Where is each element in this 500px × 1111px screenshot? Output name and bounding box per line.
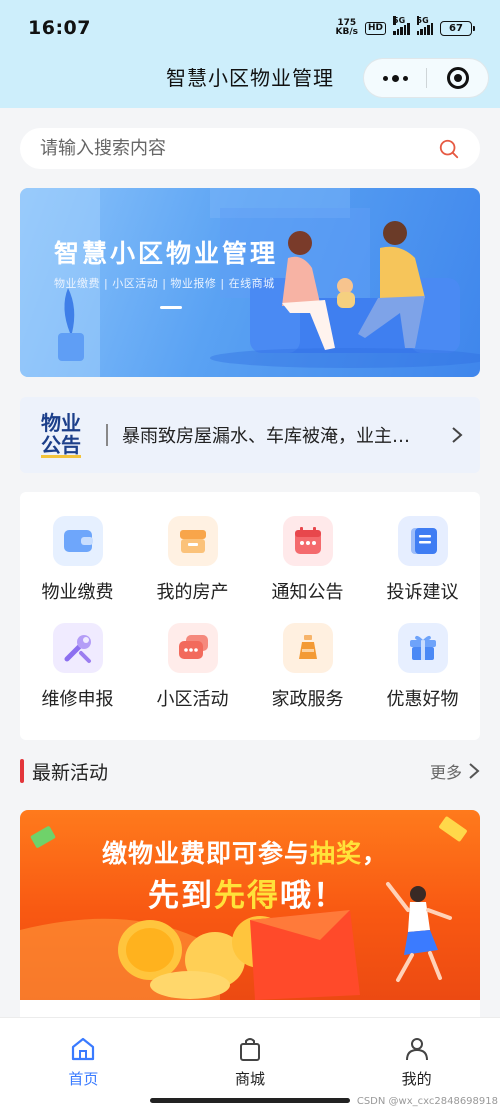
battery-icon: 67 bbox=[440, 20, 475, 36]
banner-indicator bbox=[160, 306, 182, 309]
service-item-housekeeping[interactable]: 家政服务 bbox=[250, 623, 365, 730]
wrench-icon bbox=[52, 623, 103, 673]
user-icon bbox=[405, 1038, 428, 1061]
announcement-text: 暴雨致房屋漏水、车库被淹，业主… bbox=[122, 426, 410, 447]
house-store-icon bbox=[167, 516, 218, 566]
more-link[interactable]: 更多 bbox=[430, 759, 480, 783]
service-item-repair[interactable]: 维修申报 bbox=[20, 623, 135, 730]
watermark: CSDN @wx_cxc2848698918 bbox=[356, 1096, 498, 1107]
service-item-property[interactable]: 我的房产 bbox=[135, 516, 250, 623]
chevron-right-icon bbox=[469, 763, 480, 779]
section-title: 最新活动 bbox=[32, 761, 109, 784]
hero-banner[interactable]: 智慧小区物业管理 物业缴费 | 小区活动 | 物业报修 | 在线商城 bbox=[20, 188, 480, 377]
chevron-right-icon[interactable] bbox=[450, 425, 464, 445]
search-input[interactable] bbox=[40, 138, 438, 159]
battery-level: 67 bbox=[449, 22, 463, 34]
signal-strength-icon: 5G bbox=[393, 16, 410, 35]
headline-2-end: 哦！ bbox=[280, 878, 346, 914]
more-label: 更多 bbox=[429, 763, 462, 782]
tab-home[interactable]: 首页 bbox=[0, 1018, 167, 1111]
shopping-bag-icon bbox=[240, 1038, 260, 1061]
section-accent-bar bbox=[20, 759, 24, 783]
announcement-logo: 物业 公告 bbox=[36, 412, 86, 458]
service-label: 小区活动 bbox=[156, 689, 229, 710]
signal-label-2: 5G bbox=[416, 16, 429, 25]
gift-icon bbox=[397, 623, 448, 673]
announcement-logo-line2: 公告 bbox=[41, 433, 81, 458]
service-label: 通知公告 bbox=[271, 582, 344, 603]
search-bar[interactable] bbox=[20, 128, 480, 169]
activity-headline-1: 缴物业费即可参与抽奖， bbox=[102, 834, 388, 870]
service-label: 投诉建议 bbox=[386, 582, 459, 603]
network-speed-unit: KB/s bbox=[335, 27, 358, 37]
latest-activities-header: 最新活动 更多 bbox=[20, 757, 480, 785]
announcement-logo-line1: 物业 bbox=[41, 411, 81, 435]
target-icon bbox=[446, 67, 469, 89]
status-indicators: 175 KB/s HD 5G 5G 67 bbox=[336, 16, 475, 37]
status-bar: 16:07 175 KB/s HD 5G 5G 67 bbox=[0, 0, 500, 56]
activity-banner[interactable]: 缴物业费即可参与抽奖， 先到先得哦！ bbox=[20, 810, 480, 1000]
service-item-complaint[interactable]: 投诉建议 bbox=[365, 516, 480, 623]
service-item-notice[interactable]: 通知公告 bbox=[250, 516, 365, 623]
tab-label: 商城 bbox=[235, 1070, 266, 1088]
hd-badge: HD bbox=[364, 21, 386, 35]
service-item-deals[interactable]: 优惠好物 bbox=[365, 623, 480, 730]
home-icon bbox=[72, 1037, 95, 1061]
service-label: 优惠好物 bbox=[386, 689, 459, 710]
headline-1-end: ， bbox=[362, 839, 389, 868]
miniprogram-capsule bbox=[363, 58, 489, 98]
banner-subtitle: 物业缴费 | 小区活动 | 物业报修 | 在线商城 bbox=[54, 277, 275, 290]
service-item-activity[interactable]: 小区活动 bbox=[135, 623, 250, 730]
headline-1-highlight: 抽奖 bbox=[310, 839, 363, 868]
announcement-divider bbox=[106, 424, 108, 446]
headline-1-text: 缴物业费即可参与 bbox=[102, 839, 311, 868]
wallet-icon bbox=[52, 516, 103, 566]
flask-icon bbox=[282, 623, 333, 673]
service-grid: 物业缴费 我的房产 通知公告 投诉建议 维修申报 小区活动 家政服务 优惠好物 bbox=[20, 492, 480, 740]
service-label: 物业缴费 bbox=[41, 582, 114, 603]
service-label: 家政服务 bbox=[271, 689, 344, 710]
close-miniprogram-button[interactable] bbox=[427, 67, 488, 89]
home-indicator bbox=[150, 1098, 350, 1103]
status-time: 16:07 bbox=[28, 17, 91, 39]
headline-2-highlight: 先得 bbox=[214, 878, 280, 914]
document-icon bbox=[397, 516, 448, 566]
service-label: 我的房产 bbox=[156, 582, 229, 603]
banner-title: 智慧小区物业管理 bbox=[54, 239, 279, 268]
activity-headline-2: 先到先得哦！ bbox=[148, 870, 346, 915]
network-speed: 175 KB/s bbox=[336, 19, 358, 37]
calendar-icon bbox=[282, 516, 333, 566]
tab-label: 首页 bbox=[68, 1070, 99, 1088]
signal-strength-icon-2: 5G bbox=[416, 16, 433, 35]
more-options-button[interactable] bbox=[364, 58, 426, 98]
headline-2-text: 先到 bbox=[148, 878, 214, 914]
announcement-bar[interactable]: 物业 公告 暴雨致房屋漏水、车库被淹，业主… bbox=[20, 397, 480, 473]
tab-label: 我的 bbox=[401, 1070, 432, 1088]
search-icon[interactable] bbox=[438, 138, 460, 160]
chat-bubble-icon bbox=[167, 623, 218, 673]
service-item-payment[interactable]: 物业缴费 bbox=[20, 516, 135, 623]
signal-label: 5G bbox=[393, 16, 406, 25]
service-label: 维修申报 bbox=[41, 689, 114, 710]
